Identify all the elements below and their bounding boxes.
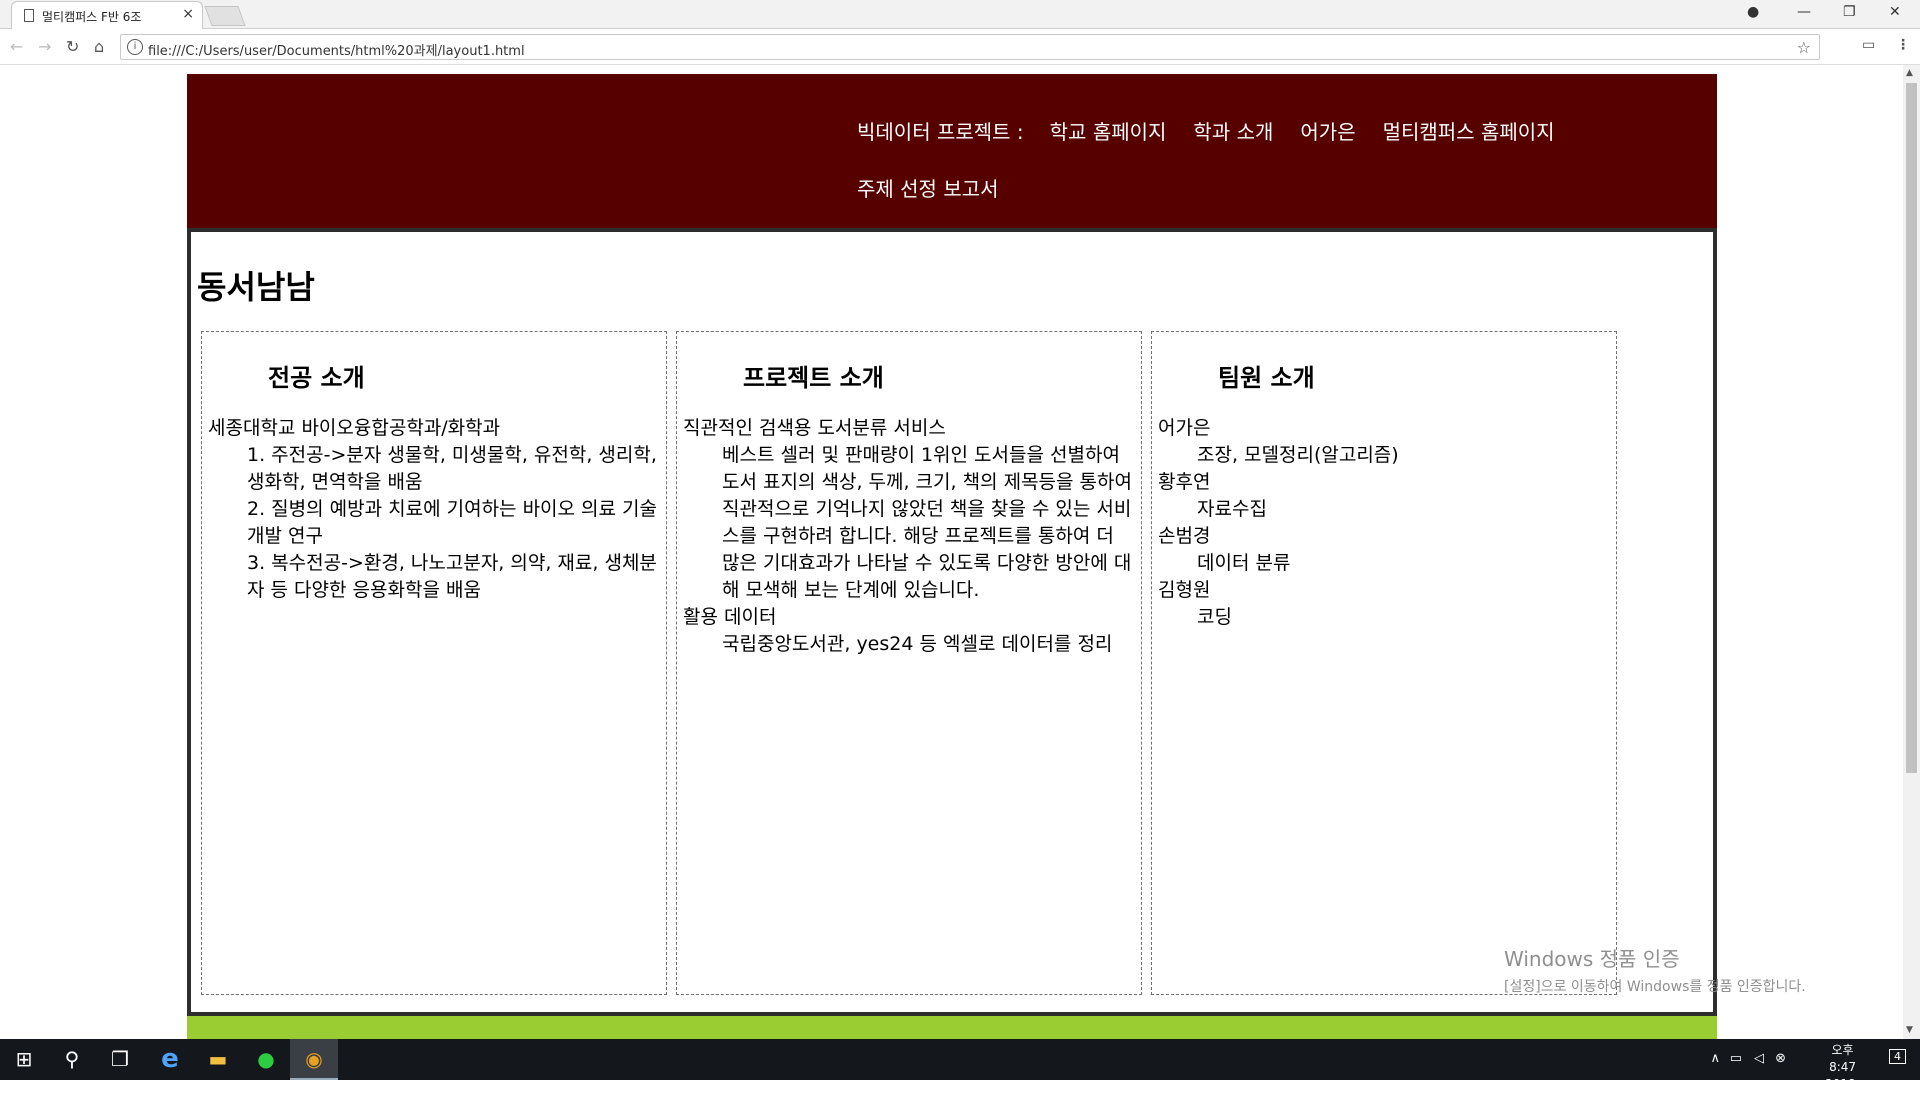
scroll-up-icon[interactable]: ▲ xyxy=(1906,68,1913,78)
new-tab-button[interactable] xyxy=(204,6,246,26)
project-description: 베스트 셀러 및 판매량이 1위인 도서들을 선별하여 도서 표지의 색상, 두… xyxy=(722,444,1132,601)
page-viewport: 빅데이터 프로젝트 : 학교 홈페이지 학과 소개 어가은 멀티캠퍼스 홈페이지 주제 … xyxy=(0,65,1903,1039)
cast-icon[interactable]: ▭ xyxy=(1862,37,1875,53)
tab-close-icon[interactable]: × xyxy=(182,6,194,22)
file-explorer-icon[interactable]: ▬ xyxy=(194,1039,242,1080)
project-intro-body: 직관적인 검색용 도서분류 서비스 베스트 셀러 및 판매량이 1위인 도서들을… xyxy=(683,415,1133,658)
watermark-title: Windows 정품 인증 xyxy=(1504,947,1680,971)
member-role: 조장, 모델정리(알고리즘) xyxy=(1197,444,1399,466)
major-intro-body: 세종대학교 바이오융합공학과/화학과 1. 주전공->분자 생물학, 미생물학,… xyxy=(208,415,658,604)
nav-item-bigdata-project: 빅데이터 프로젝트 : xyxy=(857,120,1024,144)
chrome-icon[interactable]: ◉ xyxy=(290,1039,338,1080)
nav-item-department-intro[interactable]: 학과 소개 xyxy=(1193,112,1273,152)
scroll-down-icon[interactable]: ▼ xyxy=(1906,1025,1913,1035)
nav-item-school-homepage[interactable]: 학교 홈페이지 xyxy=(1050,112,1167,152)
windows-taskbar: ⊞ ⚲ ❐ e ▬ ● ◉ ∧ ▭ ◁ ⊗ 오후 8:47 2018-02-08… xyxy=(0,1039,1920,1108)
back-button[interactable]: ← xyxy=(10,37,23,56)
member-name: 김형원 xyxy=(1158,579,1211,601)
volume-icon[interactable]: ◁ xyxy=(1754,1051,1764,1066)
major-intro-heading: 전공 소개 xyxy=(268,364,365,392)
address-bar[interactable]: i file:///C:/Users/user/Documents/html%2… xyxy=(120,34,1820,60)
home-button[interactable]: ⌂ xyxy=(94,37,104,56)
member-role: 자료수집 xyxy=(1197,498,1267,520)
project-intro-section: 프로젝트 소개 직관적인 검색용 도서분류 서비스 베스트 셀러 및 판매량이 … xyxy=(676,331,1142,995)
member-role: 코딩 xyxy=(1197,606,1232,628)
major-lead: 세종대학교 바이오융합공학과/화학과 xyxy=(208,417,501,439)
close-window-button[interactable]: ✕ xyxy=(1889,4,1901,20)
app-icon[interactable]: ● xyxy=(242,1039,290,1080)
list-item: 1. 주전공->분자 생물학, 미생물학, 유전학, 생리학, 생화학, 면역학… xyxy=(247,444,657,493)
system-clock[interactable]: 오후 8:47 2018-02-08 xyxy=(1825,1042,1860,1110)
member-name: 어가은 xyxy=(1158,417,1211,439)
major-list: 1. 주전공->분자 생물학, 미생물학, 유전학, 생리학, 생화학, 면역학… xyxy=(208,442,658,604)
url-text[interactable]: file:///C:/Users/user/Documents/html%20과… xyxy=(148,40,525,59)
data-description: 국립중앙도서관, yes24 등 엑셀로 데이터를 정리 xyxy=(722,633,1113,655)
clock-time: 오후 8:47 xyxy=(1829,1043,1857,1074)
menu-icon[interactable]: ⋮ xyxy=(1896,37,1910,53)
site-footer xyxy=(187,1016,1717,1039)
header-nav: 빅데이터 프로젝트 : 학교 홈페이지 학과 소개 어가은 멀티캠퍼스 홈페이지 xyxy=(857,112,1677,152)
project-intro-heading: 프로젝트 소개 xyxy=(743,364,884,392)
info-icon[interactable]: i xyxy=(127,39,143,55)
task-view-icon[interactable]: ❐ xyxy=(96,1039,144,1080)
network-icon[interactable]: ▭ xyxy=(1730,1051,1742,1066)
member-name: 손범경 xyxy=(1158,525,1211,547)
account-icon[interactable]: ● xyxy=(1747,4,1759,20)
nav-item-topic-report[interactable]: 주제 선정 보고서 xyxy=(857,169,999,209)
clock-date: 2018-02-08 xyxy=(1825,1077,1860,1108)
major-intro-section: 전공 소개 세종대학교 바이오융합공학과/화학과 1. 주전공->분자 생물학,… xyxy=(201,331,667,995)
watermark-subtitle: [설정]으로 이동하여 Windows를 정품 인증합니다. xyxy=(1504,979,1806,995)
team-intro-body: 어가은 조장, 모델정리(알고리즘) 황후연 자료수집 손범경 데이터 분류 김… xyxy=(1158,415,1608,631)
maximize-button[interactable]: ❐ xyxy=(1843,4,1856,20)
page-icon xyxy=(24,9,34,22)
windows-activation-watermark: Windows 정품 인증 [설정]으로 이동하여 Windows를 정품 인증… xyxy=(1504,943,1806,996)
vertical-scrollbar[interactable]: ▲ ▼ xyxy=(1903,65,1920,1039)
browser-toolbar: ← → ↻ ⌂ i file:///C:/Users/user/Document… xyxy=(0,29,1920,65)
page-title: 동서남남 xyxy=(197,268,315,306)
minimize-button[interactable]: — xyxy=(1797,4,1811,20)
main-content: 동서남남 전공 소개 세종대학교 바이오융합공학과/화학과 1. 주전공->분자… xyxy=(187,228,1717,1016)
scrollbar-thumb[interactable] xyxy=(1906,83,1917,773)
tray-expand-icon[interactable]: ∧ xyxy=(1710,1051,1720,1066)
search-icon[interactable]: ⚲ xyxy=(48,1039,96,1080)
project-lead: 직관적인 검색용 도서분류 서비스 xyxy=(683,417,946,439)
internet-explorer-icon[interactable]: e xyxy=(146,1039,194,1080)
member-name: 황후연 xyxy=(1158,471,1211,493)
start-icon[interactable]: ⊞ xyxy=(0,1039,48,1080)
forward-button[interactable]: → xyxy=(38,37,51,56)
list-item: 2. 질병의 예방과 치료에 기여하는 바이오 의료 기술 개발 연구 xyxy=(247,498,658,547)
bookmark-star-icon[interactable]: ☆ xyxy=(1797,38,1811,57)
nav-item-multicampus-homepage[interactable]: 멀티캠퍼스 홈페이지 xyxy=(1383,112,1555,152)
team-intro-heading: 팀원 소개 xyxy=(1218,364,1315,392)
tab-strip: 멀티캠퍼스 F반 6조 × ● — ❐ ✕ xyxy=(0,0,1920,29)
browser-tab[interactable]: 멀티캠퍼스 F반 6조 × xyxy=(11,1,203,29)
reload-button[interactable]: ↻ xyxy=(66,37,79,56)
member-role: 데이터 분류 xyxy=(1197,552,1291,574)
tab-title: 멀티캠퍼스 F반 6조 xyxy=(42,10,142,24)
notification-icon[interactable]: 4 xyxy=(1889,1049,1906,1064)
ime-icon[interactable]: ⊗ xyxy=(1775,1051,1786,1066)
list-item: 3. 복수전공->환경, 나노고분자, 의약, 재료, 생체분자 등 다양한 응… xyxy=(247,552,657,601)
site-header: 빅데이터 프로젝트 : 학교 홈페이지 학과 소개 어가은 멀티캠퍼스 홈페이지 주제 … xyxy=(187,74,1717,228)
team-intro-section: 팀원 소개 어가은 조장, 모델정리(알고리즘) 황후연 자료수집 손범경 데이… xyxy=(1151,331,1617,995)
data-lead: 활용 데이터 xyxy=(683,606,777,628)
nav-item-member[interactable]: 어가은 xyxy=(1300,112,1355,152)
